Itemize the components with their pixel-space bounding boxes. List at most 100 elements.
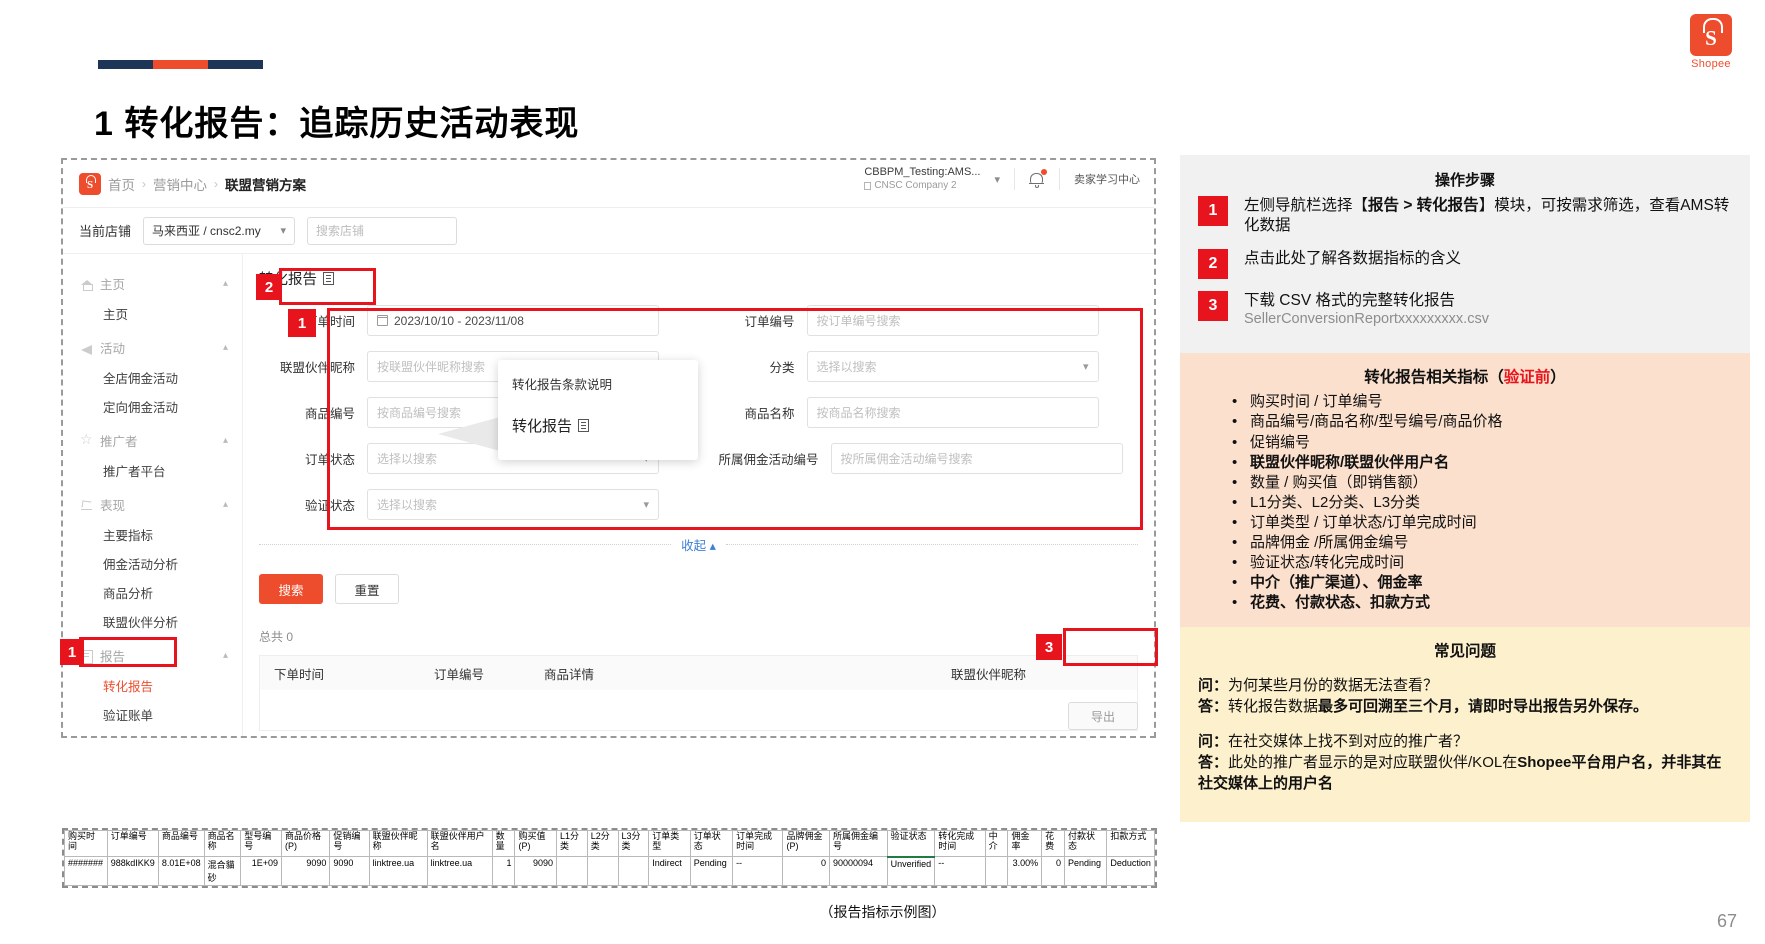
product-name-input[interactable]: 按商品名称搜索 bbox=[807, 397, 1099, 428]
bullet-icon: • bbox=[1232, 433, 1242, 453]
main-content: 转化报告 下单时间 2023/10/10 - 2023/11/08 订单编号 bbox=[243, 254, 1154, 736]
sidebar-item-product-analysis[interactable]: 商品分析 bbox=[63, 578, 242, 607]
field-product-name: 商品名称 按商品名称搜索 bbox=[699, 397, 1139, 428]
sidebar-section-home[interactable]: 主页 ▴ bbox=[63, 268, 242, 299]
app-body: 主页 ▴ 主页 活动 ▴ 全店佣金活动 定向佣金活动 推广者 ▴ bbox=[63, 254, 1154, 736]
sample-table-header-cell: 联盟伙伴用户名 bbox=[427, 831, 492, 857]
steps-card: 操作步骤 1 左侧导航栏选择【报告 > 转化报告】模块，可按需求筛选，查看AMS… bbox=[1180, 155, 1750, 353]
sample-table-caption: （报告指标示例图） bbox=[0, 902, 1765, 922]
sample-table-header-cell: 订单类型 bbox=[649, 831, 690, 857]
nav-group-report: 报告 ▴ 转化报告 验证账单 bbox=[63, 640, 242, 729]
collapse-row: 收起 ▴ bbox=[259, 535, 1138, 554]
shopee-logo: Shopee bbox=[1675, 14, 1747, 70]
sidebar-item-shop-commission[interactable]: 全店佣金活动 bbox=[63, 363, 242, 392]
sidebar-item-home[interactable]: 主页 bbox=[63, 299, 242, 328]
form-row: 商品编号 按商品编号搜索 商品名称 按商品名称搜索 bbox=[259, 397, 1138, 428]
category-select[interactable]: 选择以搜索 ▾ bbox=[807, 351, 1099, 382]
commission-campaign-id-input[interactable]: 按所属佣金活动编号搜索 bbox=[831, 443, 1123, 474]
sample-table-cell bbox=[985, 857, 1008, 886]
sample-table-cell: 90000094 bbox=[829, 857, 887, 886]
nav-group-promoter: 推广者 ▴ 推广者平台 bbox=[63, 425, 242, 485]
nav-group-performance: 表现 ▴ 主要指标 佣金活动分析 商品分析 联盟伙伴分析 bbox=[63, 489, 242, 636]
callout-marker-2-tab: 2 bbox=[256, 274, 282, 300]
sidebar-section-label: 报告 bbox=[100, 646, 216, 665]
shop-search-input[interactable]: 搜索店铺 bbox=[307, 217, 457, 245]
sidebar-item-key-metrics[interactable]: 主要指标 bbox=[63, 520, 242, 549]
sidebar-section-campaign[interactable]: 活动 ▴ bbox=[63, 332, 242, 363]
sidebar-item-promoter-platform[interactable]: 推广者平台 bbox=[63, 456, 242, 485]
breadcrumb-item-marketing[interactable]: 营销中心 bbox=[153, 174, 207, 194]
breadcrumb-item-home[interactable]: 首页 bbox=[108, 174, 135, 194]
sample-table-cell: Deduction bbox=[1107, 857, 1155, 886]
form-row: 验证状态 选择以搜索 ▾ bbox=[259, 489, 1138, 520]
sample-table-header-cell: 付款状态 bbox=[1065, 831, 1107, 857]
metrics-list-item: •品牌佣金 /所属佣金编号 bbox=[1198, 533, 1732, 553]
field-order-id: 订单编号 按订单编号搜索 bbox=[699, 305, 1139, 336]
sidebar-item-targeted-commission[interactable]: 定向佣金活动 bbox=[63, 392, 242, 421]
sidebar-item-conversion-report[interactable]: 转化报告 bbox=[63, 671, 242, 700]
bullet-icon: • bbox=[1232, 412, 1242, 432]
notification-bell-icon[interactable] bbox=[1029, 171, 1045, 188]
app-screenshot-frame: 首页 › 营销中心 › 联盟营销方案 CBBPM_Testing:AMS... … bbox=[61, 158, 1156, 738]
info-doc-icon[interactable] bbox=[323, 272, 334, 285]
sample-table-header-cell: 佣金率 bbox=[1008, 831, 1042, 857]
sidebar-section-promoter[interactable]: 推广者 ▴ bbox=[63, 425, 242, 456]
header-right-group: CBBPM_Testing:AMS... CNSC Company 2 ▾ 卖家… bbox=[864, 166, 1140, 192]
account-switcher[interactable]: CBBPM_Testing:AMS... CNSC Company 2 bbox=[864, 166, 980, 192]
chevron-down-icon: ▾ bbox=[1083, 360, 1089, 373]
sidebar-section-label: 活动 bbox=[100, 338, 216, 357]
shopee-bag-icon bbox=[1690, 14, 1732, 56]
sidebar-section-tutorial[interactable]: 操作教学 ▴ bbox=[63, 733, 242, 738]
sidebar-section-performance[interactable]: 表现 ▴ bbox=[63, 489, 242, 520]
table-header-product-detail: 商品详情 bbox=[530, 664, 937, 683]
chevron-down-icon[interactable]: ▾ bbox=[994, 173, 1000, 186]
callout-marker-1-sidebar: 1 bbox=[60, 639, 84, 665]
sample-table-header-cell: 转化完成时间 bbox=[935, 831, 985, 857]
shop-select[interactable]: 马来西亚 / cnsc2.my ▾ bbox=[143, 217, 295, 245]
collapse-toggle[interactable]: 收起 ▴ bbox=[671, 535, 726, 554]
sidebar-item-verification-bill[interactable]: 验证账单 bbox=[63, 700, 242, 729]
table-header-order-id: 订单编号 bbox=[420, 664, 530, 683]
sample-table-header-cell: 品牌佣金(P) bbox=[783, 831, 830, 857]
order-id-input[interactable]: 按订单编号搜索 bbox=[807, 305, 1099, 336]
sample-table-cell: -- bbox=[935, 857, 985, 886]
export-button[interactable]: 导出 bbox=[1068, 702, 1138, 730]
reset-button[interactable]: 重置 bbox=[335, 574, 399, 604]
chevron-up-icon: ▴ bbox=[223, 650, 228, 661]
breadcrumb-separator: › bbox=[214, 177, 218, 191]
sample-table-cell: ####### bbox=[65, 857, 108, 886]
sample-table-header-cell: 购买值(P) bbox=[515, 831, 557, 857]
current-shop-label: 当前店铺 bbox=[79, 221, 131, 240]
table-header-order-time: 下单时间 bbox=[260, 664, 420, 683]
shop-select-value: 马来西亚 / cnsc2.my bbox=[152, 222, 261, 239]
star-icon bbox=[81, 435, 93, 447]
metrics-list-item: •L1分类、L2分类、L3分类 bbox=[1198, 493, 1732, 513]
sidebar-item-affiliate-analysis[interactable]: 联盟伙伴分析 bbox=[63, 607, 242, 636]
sidebar-section-report[interactable]: 报告 ▴ bbox=[63, 640, 242, 671]
sample-table-cell bbox=[557, 857, 588, 886]
sample-table-header-cell: 验证状态 bbox=[887, 831, 935, 857]
field-label: 订单状态 bbox=[259, 449, 367, 468]
form-row: 下单时间 2023/10/10 - 2023/11/08 订单编号 按订单编号搜… bbox=[259, 305, 1138, 336]
building-icon bbox=[864, 182, 871, 190]
sample-table-header-cell: L2分类 bbox=[587, 831, 618, 857]
sidebar-item-commission-analysis[interactable]: 佣金活动分析 bbox=[63, 549, 242, 578]
account-company: CNSC Company 2 bbox=[864, 180, 980, 193]
bullet-icon: • bbox=[1232, 392, 1242, 412]
sample-table-cell: linktree.ua bbox=[427, 857, 492, 886]
conversion-report-tab[interactable]: 转化报告 bbox=[259, 268, 1138, 289]
faq-question-label: 问： bbox=[1198, 733, 1228, 750]
search-button[interactable]: 搜索 bbox=[259, 574, 323, 604]
metrics-list-item: •订单类型 / 订单状态/订单完成时间 bbox=[1198, 513, 1732, 533]
sample-table-cell: linktree.ua bbox=[369, 857, 427, 886]
sample-table-header-cell: 联盟伙伴昵称 bbox=[369, 831, 427, 857]
nav-group-tutorial: 操作教学 ▴ bbox=[63, 733, 242, 738]
account-name: CBBPM_Testing:AMS... bbox=[864, 166, 980, 180]
step-3: 3 下载 CSV 格式的完整转化报告 SellerConversionRepor… bbox=[1198, 291, 1732, 327]
chevron-up-icon: ▴ bbox=[223, 435, 228, 446]
verify-status-select[interactable]: 选择以搜索 ▾ bbox=[367, 489, 659, 520]
order-time-input[interactable]: 2023/10/10 - 2023/11/08 bbox=[367, 305, 659, 336]
chart-icon bbox=[81, 499, 93, 511]
faq-answer: 此处的推广者显示的是对应联盟伙伴/KOL在Shopee平台用户名，并非其在社交媒… bbox=[1198, 754, 1721, 792]
seller-learning-center-link[interactable]: 卖家学习中心 bbox=[1074, 171, 1140, 187]
